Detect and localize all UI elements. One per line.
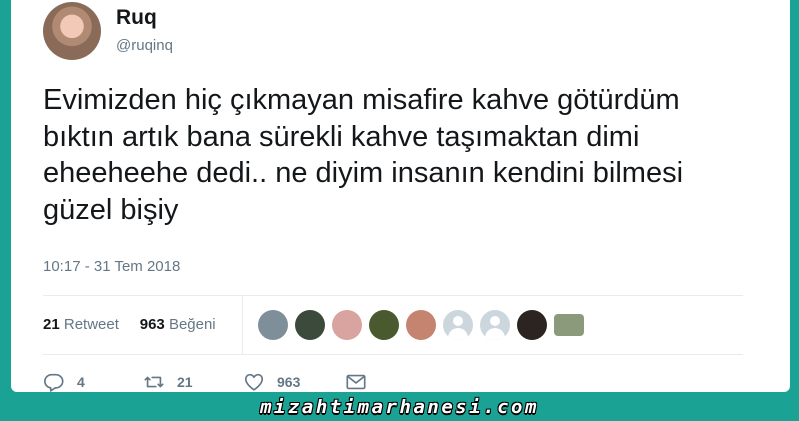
- like-count: 963: [139, 316, 165, 333]
- retweet-button[interactable]: 21: [143, 371, 193, 392]
- retweet-stat[interactable]: 21 Retweet: [43, 316, 119, 333]
- liker-avatar-3[interactable]: [332, 310, 362, 340]
- like-stat[interactable]: 963 Beğeni: [140, 316, 216, 333]
- default-avatar-icon[interactable]: [443, 310, 473, 340]
- heart-icon: [244, 373, 264, 391]
- retweet-label: Retweet: [63, 316, 119, 333]
- default-avatar-icon[interactable]: [480, 310, 510, 340]
- message-button[interactable]: [345, 371, 367, 392]
- reply-icon: [44, 373, 64, 392]
- liker-avatar-4[interactable]: [369, 310, 399, 340]
- divider-top: [43, 295, 743, 296]
- retweet-action-count: 21: [177, 374, 193, 390]
- liker-avatar-1[interactable]: [258, 310, 288, 340]
- tweet-text: Evimizden hiç çıkmayan misafire kahve gö…: [43, 84, 684, 226]
- envelope-icon: [346, 374, 366, 390]
- tweet-card: Ruq @ruqinq Evimizden hiç çıkmayan misaf…: [11, 0, 790, 392]
- like-label: Beğeni: [168, 316, 216, 333]
- reply-count: 4: [77, 374, 85, 390]
- author-name[interactable]: Ruq: [116, 6, 157, 30]
- liker-avatar-8[interactable]: [517, 310, 547, 340]
- stats-separator: [242, 296, 243, 354]
- retweet-count: 21: [43, 316, 60, 333]
- liker-avatar-5[interactable]: [406, 310, 436, 340]
- like-action-count: 963: [277, 374, 301, 390]
- author-handle[interactable]: @ruqinq: [116, 37, 173, 54]
- watermark: mizahtimarhanesi.com: [260, 396, 539, 418]
- liker-avatar-2[interactable]: [295, 310, 325, 340]
- liker-avatar-9[interactable]: [554, 314, 584, 336]
- retweet-icon: [144, 376, 164, 388]
- avatar[interactable]: [43, 2, 101, 60]
- reply-button[interactable]: 4: [43, 371, 85, 392]
- tweet-timestamp[interactable]: 10:17 - 31 Tem 2018: [43, 258, 180, 275]
- engagement-stats: 21 Retweet 963 Beğeni: [43, 316, 216, 333]
- like-button[interactable]: 963: [243, 371, 300, 392]
- divider-bottom: [43, 354, 743, 355]
